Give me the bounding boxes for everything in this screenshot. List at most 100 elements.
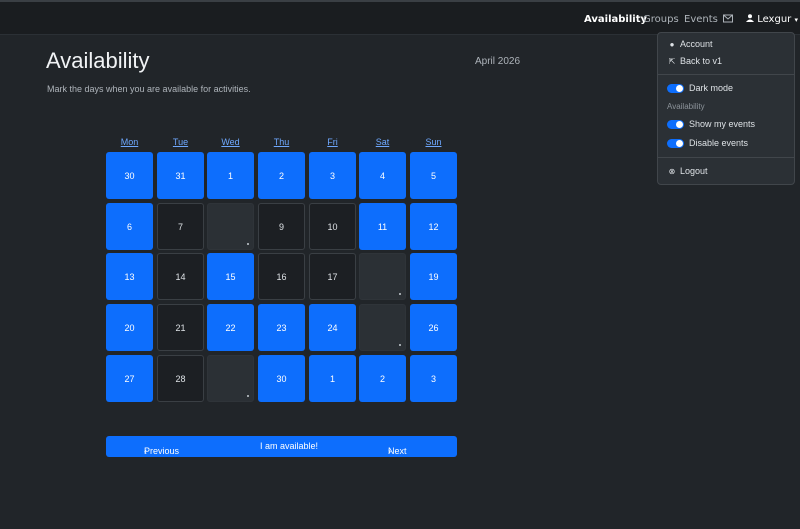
calendar-day[interactable]: 1 [207, 152, 254, 199]
day-number: 1 [227, 170, 233, 181]
calendar-day[interactable]: 16 [258, 253, 305, 300]
weekday-header-sun[interactable]: Sun [410, 137, 457, 147]
calendar-day[interactable]: 6 [106, 203, 153, 250]
event-dot [247, 395, 249, 397]
show-my-events-toggle[interactable]: Show my events [667, 119, 756, 130]
calendar-day[interactable]: 14 [157, 253, 204, 300]
show-events-label: Show my events [689, 119, 756, 129]
calendar-day[interactable]: 30 [258, 355, 305, 402]
calendar-day[interactable]: 31 [157, 152, 204, 199]
day-number: 4 [379, 170, 385, 181]
day-number: 20 [124, 322, 135, 333]
calendar-day[interactable]: 28 [157, 355, 204, 402]
calendar-day[interactable]: 12 [410, 203, 457, 250]
calendar-day[interactable]: 22 [207, 304, 254, 351]
weekday-header-mon[interactable]: Mon [106, 137, 153, 147]
day-number: 3 [329, 170, 335, 181]
menu-item-logout[interactable]: ⊗ Logout [667, 166, 708, 176]
calendar-day[interactable]: 3 [309, 152, 356, 199]
day-number: 9 [278, 221, 284, 232]
availability-header: Availability [667, 102, 705, 111]
day-number: 23 [276, 322, 287, 333]
event-dot [399, 293, 401, 295]
day-number: 17 [327, 271, 338, 282]
day-number: 11 [377, 221, 388, 232]
calendar-day[interactable]: 3 [410, 355, 457, 402]
user-dropdown-menu: ● Account ⇱ Back to v1 Dark mode Availabil… [657, 32, 795, 185]
person-icon: ● [669, 40, 675, 49]
nav-groups[interactable]: Groups [643, 14, 679, 25]
day-number: 16 [276, 271, 287, 282]
event-dot [247, 243, 249, 245]
day-number: 19 [428, 271, 439, 282]
calendar-day[interactable]: 21 [157, 304, 204, 351]
day-number: 22 [225, 322, 236, 333]
top-navbar: Availability Groups Events Lexgur ▾ [0, 0, 800, 35]
day-number: 30 [124, 170, 135, 181]
account-label: Account [680, 39, 713, 49]
action-bar: ‹ Previous I am available! Next › [106, 436, 457, 457]
day-number: 6 [126, 221, 132, 232]
previous-label: Previous [144, 446, 180, 456]
calendar-day[interactable]: 15 [207, 253, 254, 300]
day-number: 15 [225, 271, 236, 282]
calendar-day[interactable]: 13 [106, 253, 153, 300]
nav-availability[interactable]: Availability [584, 14, 647, 25]
day-number: 7 [177, 221, 183, 232]
event-dot [399, 344, 401, 346]
calendar-day [207, 355, 254, 402]
weekday-header-thu[interactable]: Thu [258, 137, 305, 147]
user-name: Lexgur [757, 14, 792, 25]
user-menu-toggle[interactable]: Lexgur ▾ [746, 14, 798, 25]
menu-item-back-to-v1[interactable]: ⇱ Back to v1 [667, 56, 722, 66]
calendar-day[interactable]: 7 [157, 203, 204, 250]
calendar-day[interactable]: 27 [106, 355, 153, 402]
day-number: 30 [276, 373, 287, 384]
calendar-day[interactable]: 30 [106, 152, 153, 199]
weekday-header-fri[interactable]: Fri [309, 137, 356, 147]
calendar-day[interactable]: 24 [309, 304, 356, 351]
caret-down-icon: ▾ [794, 16, 798, 24]
disable-events-label: Disable events [689, 138, 749, 148]
weekday-header-sat[interactable]: Sat [359, 137, 406, 147]
month-label: April 2026 [475, 56, 521, 67]
day-number: 12 [428, 221, 439, 232]
person-icon [746, 14, 757, 25]
page-subtitle: Mark the days when you are available for… [47, 84, 251, 94]
calendar-day[interactable]: 20 [106, 304, 153, 351]
toggle-switch-icon [667, 139, 684, 149]
menu-item-account[interactable]: ● Account [667, 39, 713, 49]
weekday-header-wed[interactable]: Wed [207, 137, 254, 147]
calendar-day[interactable]: 19 [410, 253, 457, 300]
disable-events-toggle[interactable]: Disable events [667, 138, 749, 149]
day-number: 14 [175, 271, 186, 282]
dark-mode-toggle[interactable]: Dark mode [667, 83, 734, 94]
calendar-day[interactable]: 26 [410, 304, 457, 351]
calendar-day[interactable]: 4 [359, 152, 406, 199]
calendar-day[interactable]: 2 [258, 152, 305, 199]
calendar-day [359, 253, 406, 300]
toggle-switch-icon [667, 120, 684, 130]
calendar-day [207, 203, 254, 250]
toggle-switch-icon [667, 84, 684, 94]
calendar-day[interactable]: 5 [410, 152, 457, 199]
calendar-day[interactable]: 10 [309, 203, 356, 250]
day-number: 27 [124, 373, 135, 384]
logout-label: Logout [680, 166, 708, 176]
day-number: 26 [428, 322, 439, 333]
day-number: 10 [327, 221, 338, 232]
calendar-day[interactable]: 23 [258, 304, 305, 351]
envelope-icon[interactable] [723, 14, 733, 26]
calendar-day[interactable]: 17 [309, 253, 356, 300]
calendar-day[interactable]: 2 [359, 355, 406, 402]
calendar-day[interactable]: 9 [258, 203, 305, 250]
calendar-day[interactable]: 1 [309, 355, 356, 402]
weekday-header-tue[interactable]: Tue [157, 137, 204, 147]
nav-events[interactable]: Events [684, 14, 718, 25]
day-number: 13 [124, 271, 135, 282]
dark-mode-label: Dark mode [689, 83, 734, 93]
i-am-available-button[interactable]: I am available! [260, 441, 318, 451]
back-label: Back to v1 [680, 56, 723, 66]
calendar-day[interactable]: 11 [359, 203, 406, 250]
day-number: 1 [329, 373, 335, 384]
